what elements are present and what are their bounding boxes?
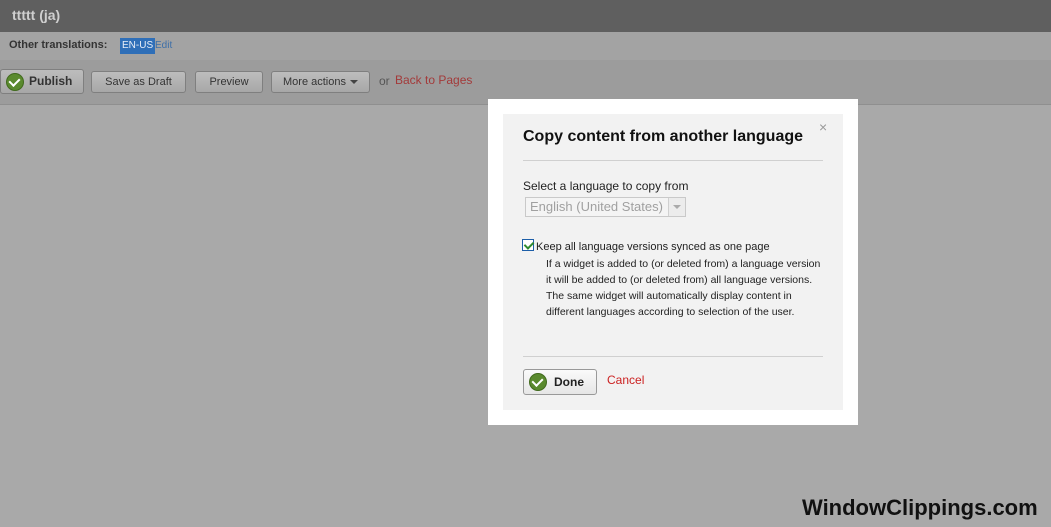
close-icon[interactable]: × (819, 119, 827, 135)
dropdown-arrow-icon (668, 198, 685, 216)
publish-button[interactable]: Publish (0, 69, 84, 94)
more-actions-label: More actions (283, 76, 346, 88)
or-separator: or (379, 74, 390, 88)
cancel-link[interactable]: Cancel (607, 373, 644, 387)
select-language-label: Select a language to copy from (523, 179, 689, 193)
divider (523, 356, 823, 357)
language-tag-en-us[interactable]: EN-US (120, 38, 156, 54)
preview-button[interactable]: Preview (195, 71, 263, 93)
chevron-down-icon (349, 80, 358, 85)
page-header: ttttt (ja) (0, 0, 1051, 32)
edit-translations-link[interactable]: Edit (155, 40, 172, 51)
check-circle-icon (529, 373, 547, 391)
sync-checkbox-label: Keep all language versions synced as one… (536, 241, 770, 253)
save-as-draft-button[interactable]: Save as Draft (91, 71, 186, 93)
translations-label: Other translations: (9, 39, 108, 51)
done-button-label: Done (554, 375, 584, 389)
publish-button-label: Publish (29, 74, 73, 88)
copy-content-dialog: Copy content from another language × Sel… (503, 114, 843, 410)
sync-description: If a widget is added to (or deleted from… (546, 258, 821, 318)
watermark: WindowClippings.com (802, 495, 1038, 520)
done-button[interactable]: Done (523, 369, 597, 395)
language-select[interactable]: English (United States) (525, 197, 686, 217)
language-select-value: English (United States) (530, 199, 663, 214)
more-actions-button[interactable]: More actions (271, 71, 370, 93)
back-to-pages-link[interactable]: Back to Pages (395, 73, 472, 87)
sync-checkbox[interactable] (522, 239, 534, 251)
divider (523, 160, 823, 161)
page-title: ttttt (ja) (12, 7, 61, 23)
check-circle-icon (6, 73, 24, 91)
dialog-title: Copy content from another language (523, 128, 804, 145)
translations-bar: Other translations: EN-US Edit (0, 32, 1051, 60)
